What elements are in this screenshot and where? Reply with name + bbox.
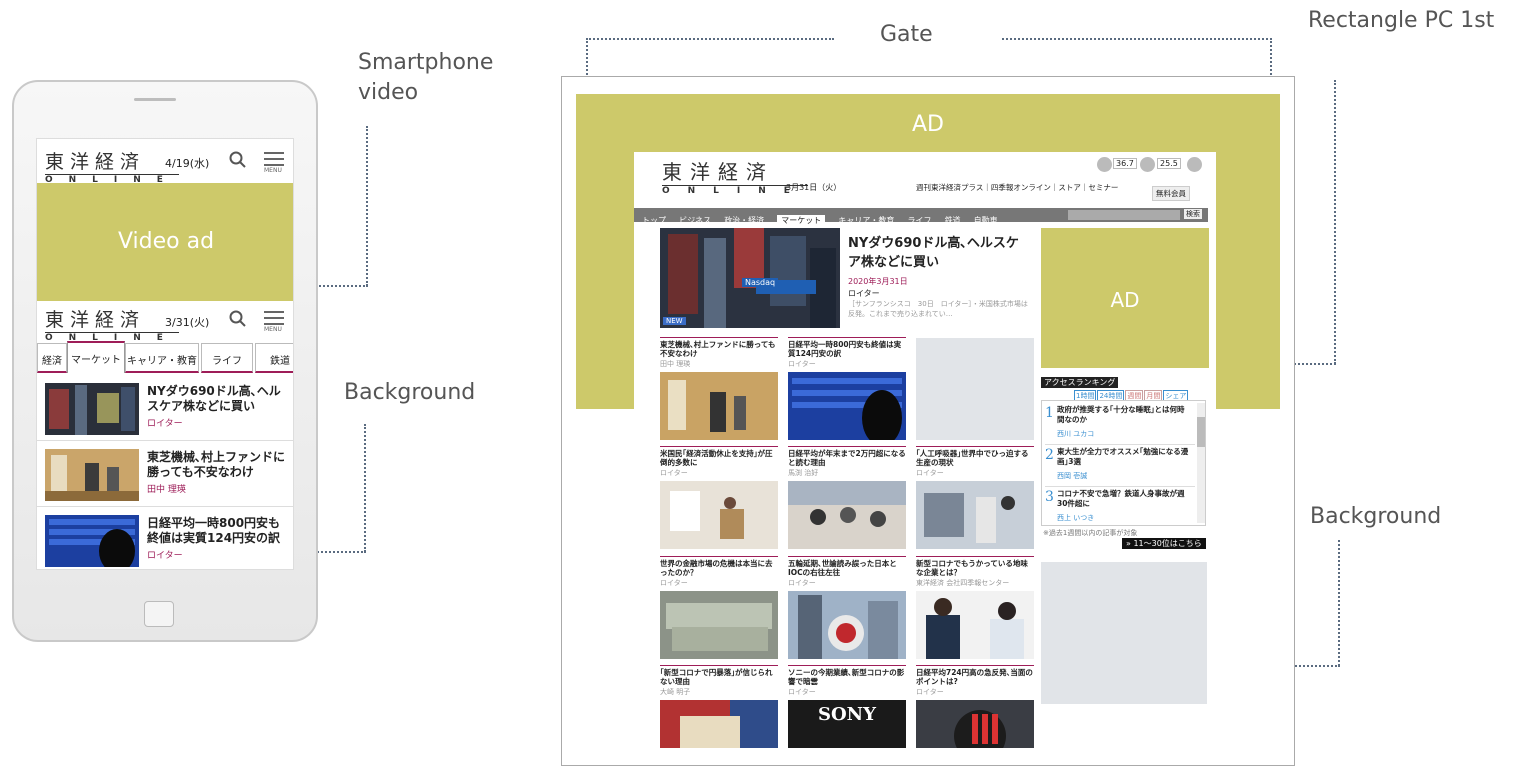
tab-career[interactable]: キャリア・教育 [125,343,199,373]
phone-home-button [144,601,174,627]
background-placeholder-right [1041,562,1207,704]
leader-line-bg-right [1338,540,1340,666]
video-ad[interactable]: Video ad [37,183,293,301]
tab-life[interactable]: ライフ [201,343,253,373]
callout-background-right: Background [1310,504,1442,529]
article-author: 田中 理瑛 [147,485,186,495]
new-badge: NEW [663,317,686,325]
tab-economy[interactable]: 経済 [37,343,67,373]
article-thumbnail [45,449,139,501]
ranking-note: ※過去1週間以内の記事が対象 [1043,529,1138,537]
nav-item[interactable]: トップ [642,216,666,225]
article-thumbnail [916,481,1034,549]
list-item[interactable]: 日経平均一時800円安も終値は実質124円安の訳 ロイター [37,507,293,569]
rectangle-ad[interactable]: AD [1041,228,1209,368]
list-item[interactable]: NYダウ690ドル高､ヘルスケア株などに買い ロイター [37,375,293,441]
header-links[interactable]: 週刊東洋経済プラス｜四季報オンライン｜ストア｜セミナー [916,182,1118,193]
article-title: NYダウ690ドル高､ヘルスケア株などに買い [147,384,281,413]
article-thumbnail [660,481,778,549]
rss-icon[interactable] [1187,157,1202,172]
callout-rectangle: Rectangle PC 1st [1308,8,1495,33]
mobile-logo-2[interactable]: 東洋経済 ONLINE [45,305,179,343]
ranking-item[interactable]: 3 コロナ不安で急増？鉄道人身事故が週30件超に 西上 いつき [1045,487,1195,529]
smartphone-screen: 東洋経済 ONLINE 4/19(水) MENU Video ad 東洋経済 O… [36,138,294,570]
callout-gate: Gate [880,22,933,47]
callout-smartphone-video: Smartphone video [358,50,494,105]
article-title: 東芝機械､村上ファンドに勝っても不安なわけ [147,450,286,479]
leader-line-video [366,126,368,286]
mobile-date-bottom: 3/31(火) [165,316,210,329]
article-thumbnail [660,372,778,440]
article-author: ロイター [147,419,183,429]
desktop-search-input[interactable] [1068,210,1180,220]
nav-item[interactable]: ライフ [907,216,931,225]
article-author: ロイター [147,551,183,561]
hero-image-caption: Nasdaq [742,278,779,287]
background-placeholder [916,338,1034,440]
mobile-logo[interactable]: 東洋経済 ONLINE [45,147,179,185]
article-thumbnail [660,700,778,748]
facebook-count: 25.5 [1157,158,1181,169]
menu-icon-2[interactable]: MENU [264,311,284,333]
ranking-item[interactable]: 1 政府が推奨する｢十分な睡眠｣とは何時間なのか 西川 ユカコ [1045,403,1195,445]
leader-line-bg-left [364,424,366,552]
article-card[interactable]: 米国民｢経済活動休止を支持｣が圧倒的多数に ロイター [660,446,778,553]
twitter-count: 36.7 [1113,158,1137,169]
member-button[interactable]: 無料会員 [1152,186,1190,201]
desktop-date: 3月31日（火） [786,183,842,192]
nav-item-active[interactable]: マーケット [777,215,826,226]
article-title: 日経平均一時800円安も終値は実質124円安の訳 [147,516,281,545]
nav-item[interactable]: ビジネス [679,216,711,225]
facebook-icon[interactable] [1140,157,1155,172]
article-thumbnail [660,591,778,659]
hero-source: ロイター [848,289,880,298]
nav-item[interactable]: 鉄道 [945,216,961,225]
article-card[interactable]: ｢人工呼吸器｣世界中でひっ迫する生産の現状 ロイター [916,446,1034,553]
article-thumbnail [916,700,1034,762]
menu-icon[interactable]: MENU [264,152,284,174]
article-card[interactable]: 日経平均一時800円安も終値は実質124円安の訳 ロイター [788,337,906,446]
ranking-title: アクセスランキング [1041,377,1119,388]
gate-line-left [586,38,834,40]
nav-item[interactable]: キャリア・教育 [838,216,894,225]
article-card[interactable]: ｢新型コロナで円暴落｣が信じられない理由 大崎 明子 [660,665,778,752]
nav-item[interactable]: 政治・経済 [724,216,764,225]
nav-item[interactable]: 自動車 [974,216,998,225]
hero-date: 2020年3月31日 [848,277,908,286]
ranking-item[interactable]: 2 東大生が全力でオススメ｢勉強になる漫画｣3選 西岡 壱誠 [1045,445,1195,487]
tab-railway[interactable]: 鉄道 [255,343,293,373]
twitter-icon[interactable] [1097,157,1112,172]
list-item[interactable]: 東芝機械､村上ファンドに勝っても不安なわけ 田中 理瑛 [37,441,293,507]
hero-summary: ［サンフランシスコ 30日 ロイター］・米国株式市場は反発。これまで売り込まれて… [848,300,1028,318]
leader-line-rect [1334,80,1336,364]
hero-title[interactable]: NYダウ690ドル高､ヘルスケア株などに買い [848,234,1028,272]
article-card[interactable]: ソニーの今期業績､新型コロナの影響で暗雲 ロイター SONY [788,665,906,748]
article-thumbnail [788,372,906,446]
article-card[interactable]: 世界の金融市場の危機は本当に去ったのか？ ロイター [660,556,778,663]
ranking-more-link[interactable]: » 11〜30位はこちら [1122,538,1206,549]
article-thumbnail [45,515,139,567]
search-icon-2[interactable] [229,310,247,328]
article-thumbnail [788,481,906,549]
search-icon[interactable] [229,151,247,169]
article-thumbnail [788,591,906,659]
article-card[interactable]: 日経平均724円高の急反発､当面のポイントは? ロイター [916,665,1034,762]
callout-background-left: Background [344,380,476,405]
tab-market[interactable]: マーケット [67,341,125,373]
article-thumbnail [45,383,139,435]
article-thumbnail [916,591,1034,659]
article-card[interactable]: 新型コロナでもうかっている地味な企業とは？ 東洋経済 会社四季報センター [916,556,1034,663]
phone-speaker [134,98,176,101]
gate-line-right [1002,38,1272,40]
article-thumbnail: SONY [788,700,906,748]
desktop-search-button[interactable]: 検索 [1184,209,1202,219]
article-card[interactable]: 日経平均が年末まで2万円超になると読む理由 馬渕 治好 [788,446,906,553]
mobile-date-top: 4/19(水) [165,157,210,170]
ranking-scrollbar[interactable] [1197,403,1205,523]
article-card[interactable]: 東芝機械､村上ファンドに勝っても不安なわけ 田中 理瑛 [660,337,778,444]
ranking-list: 1 政府が推奨する｢十分な睡眠｣とは何時間なのか 西川 ユカコ 2 東大生が全力… [1041,400,1206,526]
article-card[interactable]: 五輪延期､世論読み誤った日本とIOCの右往左往 ロイター [788,556,906,663]
